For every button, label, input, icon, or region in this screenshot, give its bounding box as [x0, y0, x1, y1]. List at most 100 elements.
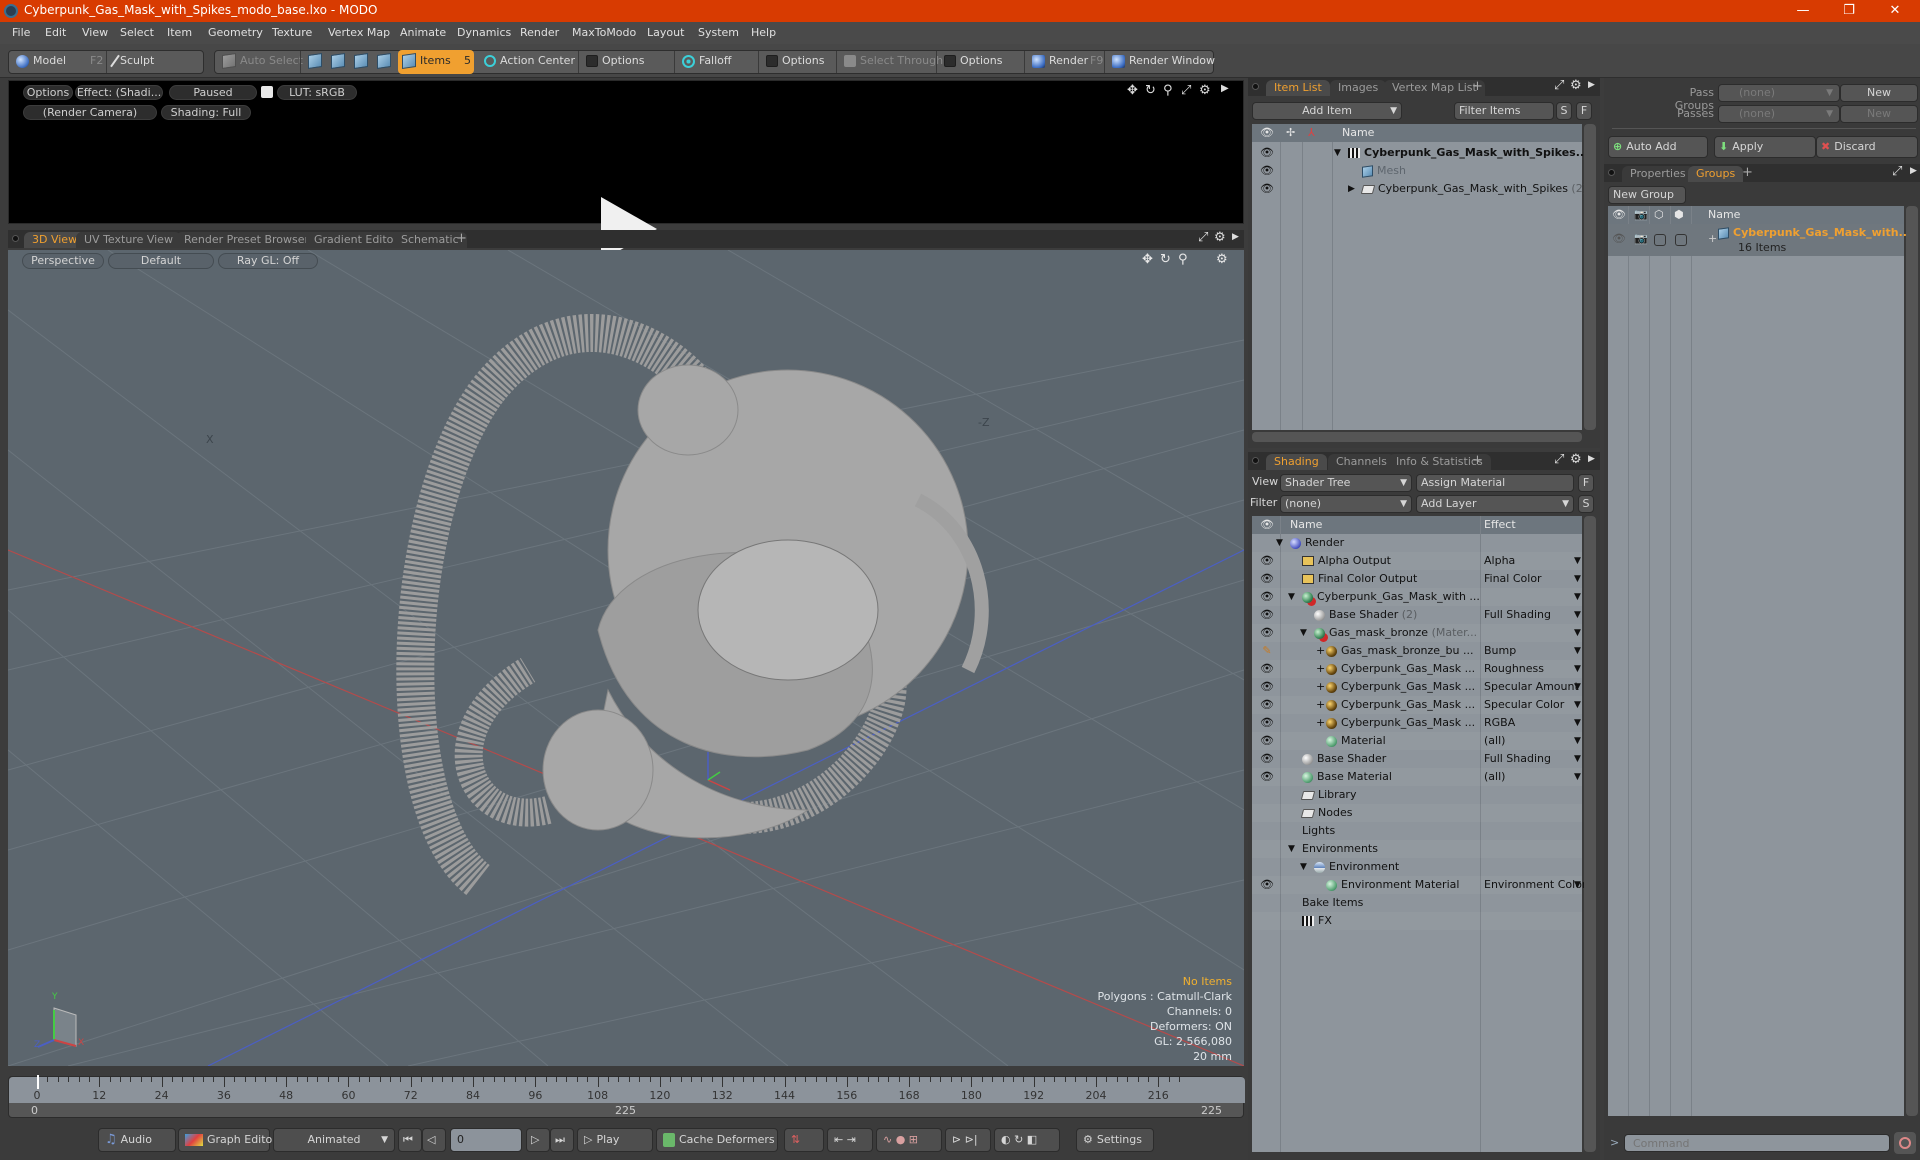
cache-deformers-button[interactable]: Cache Deformers [656, 1128, 778, 1152]
tab-channels[interactable]: Channels [1328, 454, 1395, 470]
viewport-settings-icon[interactable]: ⚙ [1216, 252, 1228, 267]
viewport-expand-icon[interactable]: ▶ [1232, 232, 1239, 242]
graph-editor-button[interactable]: Graph Editor [178, 1128, 277, 1152]
chevron-down-icon[interactable]: ▼ [1574, 768, 1581, 786]
render-camera-dropdown[interactable]: (Render Camera) [23, 105, 157, 120]
item-list-hscrollbar[interactable] [1252, 432, 1582, 442]
expand-plus-icon[interactable]: + [1316, 678, 1325, 696]
effect-dropdown[interactable]: Full Shading [1484, 606, 1551, 624]
shading-f-button[interactable]: F [1578, 474, 1594, 492]
current-frame-input[interactable]: 0 [450, 1128, 522, 1152]
menu-animate[interactable]: Animate [400, 26, 446, 39]
chevron-down-icon[interactable]: ▼ [1574, 678, 1581, 696]
menu-geometry[interactable]: Geometry [208, 26, 263, 39]
menu-layout[interactable]: Layout [647, 26, 684, 39]
shader-row[interactable]: ▼ Environment [1252, 858, 1582, 876]
tab-vertex-map-list[interactable]: Vertex Map List [1384, 80, 1485, 96]
shader-row[interactable]: 👁 Base Shader (2) Full Shading ▼ [1252, 606, 1582, 624]
assign-material-button[interactable]: Assign Material [1416, 474, 1574, 492]
shader-row[interactable]: 👁 Base Material (all) ▼ [1252, 768, 1582, 786]
panel-menu-icon[interactable] [12, 235, 19, 242]
raygl-dropdown[interactable]: Ray GL: Off [218, 253, 318, 269]
previous-key-button[interactable]: ◁ [422, 1128, 446, 1152]
auto-select-button[interactable]: Auto Select [218, 50, 303, 74]
item-row-group[interactable]: 👁 ▶ Cyberpunk_Gas_Mask_with_Spikes (2) [1252, 180, 1587, 198]
render-button[interactable]: Render F9 [1028, 50, 1106, 74]
3d-viewport[interactable]: Perspective Default Ray GL: Off ✥ ↻ ⚲ ⚙ … [8, 250, 1244, 1066]
groups-scrollbar[interactable] [1906, 206, 1918, 1116]
polygons-mode-button[interactable] [350, 50, 372, 74]
expand-triangle-icon[interactable]: ▼ [1300, 858, 1307, 876]
eye-icon[interactable]: 👁 [1260, 696, 1274, 714]
new-pass-group-button[interactable]: New [1840, 84, 1918, 102]
falloff-options-button[interactable]: Options [762, 50, 834, 74]
shader-row[interactable]: Library [1252, 786, 1582, 804]
tab-shading[interactable]: Shading [1266, 454, 1327, 470]
panel-menu-icon[interactable] [1252, 457, 1259, 464]
settings-button[interactable]: ⚙ Settings [1076, 1128, 1154, 1152]
view-dropdown[interactable]: Shader Tree ▼ [1280, 474, 1412, 492]
effect-dropdown[interactable]: Alpha [1484, 552, 1515, 570]
menu-item[interactable]: Item [167, 26, 192, 39]
render-toggle-icon[interactable]: 📷 [1634, 232, 1648, 245]
expand-plus-icon[interactable]: + [1316, 642, 1325, 660]
preview-settings-icon[interactable]: ⚙ [1199, 83, 1211, 98]
preview-options-button[interactable]: Options [23, 85, 73, 100]
tab-uv-texture-view[interactable]: UV Texture View [76, 232, 181, 248]
materials-mode-button[interactable] [373, 50, 395, 74]
discard-button[interactable]: ✖ Discard [1816, 136, 1918, 158]
expand-triangle-icon[interactable]: ▼ [1334, 144, 1341, 162]
menu-select[interactable]: Select [120, 26, 154, 39]
key-in-out-buttons[interactable]: ⇅ [784, 1128, 824, 1152]
menu-help[interactable]: Help [751, 26, 776, 39]
items-mode-button[interactable]: Items 5 [398, 50, 474, 74]
item-row-mesh[interactable]: 👁 Mesh [1252, 162, 1582, 180]
brush-icon[interactable]: ✎ [1260, 642, 1274, 660]
expand-plus-icon[interactable]: + [1316, 660, 1325, 678]
effect-dropdown[interactable]: Roughness [1484, 660, 1544, 678]
new-group-button[interactable]: New Group [1608, 186, 1686, 204]
next-key-button[interactable]: ▷ [526, 1128, 550, 1152]
shader-row[interactable]: 👁 + Cyberpunk_Gas_Mask ... RGBA ▼ [1252, 714, 1582, 732]
apply-button[interactable]: ⬇ Apply [1714, 136, 1816, 158]
expand-triangle-icon[interactable]: ▼ [1276, 534, 1283, 552]
chevron-down-icon[interactable]: ▼ [1574, 876, 1581, 894]
shader-row[interactable]: 👁 + Cyberpunk_Gas_Mask ... Specular Amount ▼ [1252, 678, 1582, 696]
menu-vertex-map[interactable]: Vertex Map [328, 26, 390, 39]
shader-row[interactable]: 👁 Base Shader Full Shading ▼ [1252, 750, 1582, 768]
shader-row[interactable]: FX [1252, 912, 1582, 930]
add-tab-icon[interactable]: + [456, 231, 467, 246]
effect-dropdown[interactable]: Environment Color [1484, 876, 1586, 894]
vertices-mode-button[interactable] [304, 50, 326, 74]
current-frame-marker[interactable] [37, 1075, 39, 1089]
shader-row[interactable]: 👁 ▼ Gas_mask_bronze (Mater... ▼ [1252, 624, 1582, 642]
tab-item-list[interactable]: Item List [1266, 80, 1330, 96]
select-toggle[interactable] [1675, 234, 1687, 246]
menu-render[interactable]: Render [520, 26, 559, 39]
expand-triangle-icon[interactable]: ▼ [1288, 840, 1295, 858]
audio-button[interactable]: ♫ Audio [98, 1128, 176, 1152]
chevron-down-icon[interactable]: ▼ [1574, 642, 1581, 660]
timeline-ruler[interactable]: 0 12 24 36 48 60 72 84 96 108 120 132 144 156 168 180 19… [9, 1077, 1245, 1103]
chevron-down-icon[interactable]: ▼ [1574, 660, 1581, 678]
panel-menu-icon[interactable] [1608, 169, 1615, 176]
record-macro-button[interactable] [1894, 1132, 1916, 1154]
sculpt-mode-button[interactable]: Sculpt [110, 50, 200, 74]
expand-triangle-icon[interactable]: ▼ [1288, 588, 1295, 606]
menu-view[interactable]: View [82, 26, 108, 39]
restore-button[interactable]: ❐ [1826, 0, 1872, 22]
shading-s-button[interactable]: S [1578, 495, 1594, 513]
item-row-scene[interactable]: 👁 ▼ Cyberpunk_Gas_Mask_with_Spikes... [1252, 144, 1588, 162]
shader-row[interactable]: 👁 Environment Material Environment Color ▼ [1252, 876, 1586, 894]
key-tools-buttons[interactable]: ◐ ↻ ◧ [994, 1128, 1060, 1152]
effect-dropdown[interactable]: Full Shading [1484, 750, 1551, 768]
shader-row[interactable]: ▼ Render [1252, 534, 1582, 552]
viewport-pan-icon[interactable]: ✥ [1142, 252, 1153, 267]
timeline[interactable]: 0 12 24 36 48 60 72 84 96 108 120 132 144 156 168 180 19… [8, 1075, 1245, 1118]
expand-triangle-icon[interactable]: ▼ [1300, 624, 1307, 642]
tab-properties[interactable]: Properties [1622, 166, 1694, 182]
viewport-rotate-icon[interactable]: ↻ [1160, 252, 1171, 267]
effect-dropdown[interactable]: Specular Amount [1484, 678, 1579, 696]
effect-dropdown[interactable]: (all) [1484, 768, 1505, 786]
shader-row[interactable]: 👁 Alpha Output Alpha ▼ [1252, 552, 1582, 570]
